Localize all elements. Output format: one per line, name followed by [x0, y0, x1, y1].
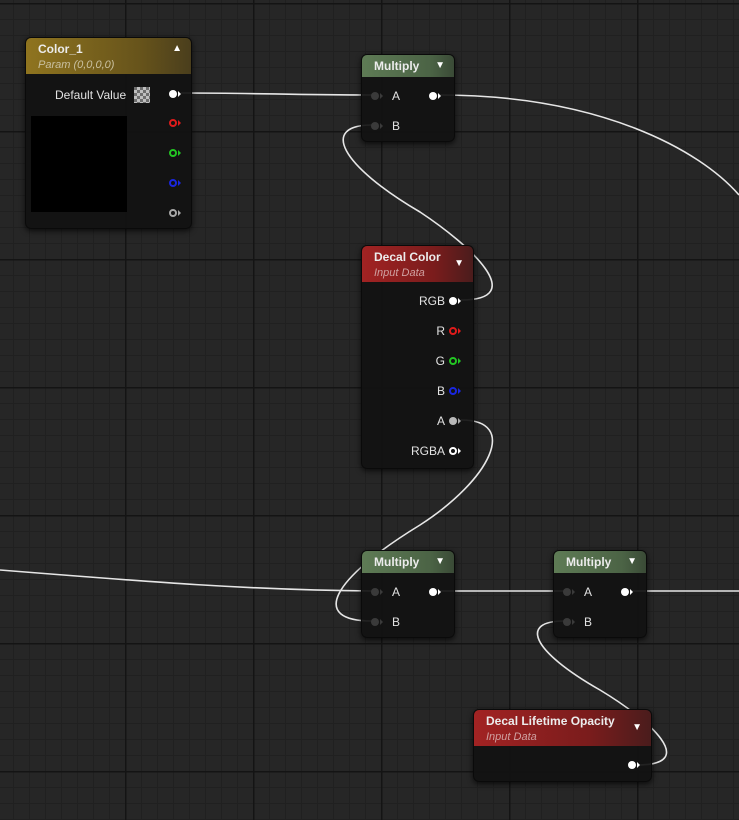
- default-value-label: Default Value: [55, 88, 127, 102]
- multiply-header[interactable]: Multiply ▼: [362, 55, 454, 77]
- output-pin-rgb[interactable]: [449, 297, 457, 305]
- node-title: Multiply: [374, 59, 420, 73]
- pin-label-b: B: [392, 615, 401, 629]
- output-pin[interactable]: [628, 761, 636, 769]
- pin-arrow-icon: [458, 298, 461, 304]
- color-param-header[interactable]: Color_1 Param (0,0,0,0) ▲: [26, 38, 191, 74]
- input-pin-a[interactable]: [371, 588, 379, 596]
- output-pin-a[interactable]: [449, 417, 457, 425]
- color-param-node[interactable]: Color_1 Param (0,0,0,0) ▲ Default Value: [25, 37, 192, 229]
- output-pin-r[interactable]: [169, 119, 177, 127]
- input-pin-b[interactable]: [371, 618, 379, 626]
- pin-arrow-icon: [178, 150, 181, 156]
- output-label-b: B: [436, 384, 445, 398]
- output-pin-a[interactable]: [169, 209, 177, 217]
- pin-arrow-icon: [438, 93, 441, 99]
- output-pin[interactable]: [429, 588, 437, 596]
- input-pin-a[interactable]: [563, 588, 571, 596]
- node-subtitle: Input Data: [486, 731, 537, 743]
- pin-label-b: B: [392, 119, 401, 133]
- pin-arrow-icon: [572, 619, 575, 625]
- pin-arrow-icon: [572, 589, 575, 595]
- pin-arrow-icon: [438, 589, 441, 595]
- multiply-header[interactable]: Multiply ▼: [362, 551, 454, 573]
- input-pin-b[interactable]: [563, 618, 571, 626]
- node-title: Multiply: [374, 555, 420, 569]
- wire-color-to-multiply-a[interactable]: [180, 92, 373, 96]
- pin-arrow-icon: [630, 589, 633, 595]
- chevron-down-icon[interactable]: ▼: [627, 556, 637, 567]
- output-pin-b[interactable]: [169, 179, 177, 187]
- output-pin-b[interactable]: [449, 387, 457, 395]
- output-label-rgba: RGBA: [410, 444, 445, 458]
- pin-arrow-icon: [458, 388, 461, 394]
- pin-label-a: A: [584, 585, 593, 599]
- output-pin-r[interactable]: [449, 327, 457, 335]
- pin-arrow-icon: [458, 448, 461, 454]
- decal-lifetime-opacity-header[interactable]: Decal Lifetime Opacity Input Data ▼: [474, 710, 651, 746]
- output-pin-g[interactable]: [169, 149, 177, 157]
- output-label-r: R: [436, 324, 445, 338]
- chevron-down-icon[interactable]: ▼: [454, 258, 464, 269]
- node-title: Decal Color: [374, 250, 441, 264]
- node-subtitle: Input Data: [374, 267, 425, 279]
- multiply-header[interactable]: Multiply ▼: [554, 551, 646, 573]
- color-preview-swatch: [31, 116, 127, 212]
- multiply-node-right[interactable]: Multiply ▼ A B: [553, 550, 647, 638]
- node-title: Multiply: [566, 555, 612, 569]
- wire-multiply-out-to-right[interactable]: [438, 94, 739, 196]
- output-pin-g[interactable]: [449, 357, 457, 365]
- output-pin[interactable]: [621, 588, 629, 596]
- pin-arrow-icon: [380, 93, 383, 99]
- multiply-node-top[interactable]: Multiply ▼ A B: [361, 54, 455, 142]
- decal-color-header[interactable]: Decal Color Input Data ▼: [362, 246, 473, 282]
- output-pin[interactable]: [429, 92, 437, 100]
- output-label-rgb: RGB: [418, 294, 445, 308]
- pin-arrow-icon: [178, 210, 181, 216]
- input-pin-a[interactable]: [371, 92, 379, 100]
- output-pin-rgba[interactable]: [449, 447, 457, 455]
- pin-arrow-icon: [380, 619, 383, 625]
- chevron-down-icon[interactable]: ▼: [435, 556, 445, 567]
- pin-arrow-icon: [380, 123, 383, 129]
- output-label-g: G: [435, 354, 445, 368]
- pin-arrow-icon: [458, 418, 461, 424]
- node-title: Color_1: [38, 42, 83, 56]
- multiply-node-middle[interactable]: Multiply ▼ A B: [361, 550, 455, 638]
- decal-lifetime-opacity-node[interactable]: Decal Lifetime Opacity Input Data ▼: [473, 709, 652, 782]
- node-title: Decal Lifetime Opacity: [486, 714, 615, 728]
- pin-arrow-icon: [380, 589, 383, 595]
- output-pin-rgba[interactable]: [169, 90, 177, 98]
- pin-label-a: A: [392, 89, 401, 103]
- decal-color-node[interactable]: Decal Color Input Data ▼ RGB R G B A RGB…: [361, 245, 474, 469]
- chevron-up-icon[interactable]: ▲: [172, 43, 182, 54]
- pin-arrow-icon: [458, 328, 461, 334]
- pin-label-a: A: [392, 585, 401, 599]
- input-pin-b[interactable]: [371, 122, 379, 130]
- pin-arrow-icon: [458, 358, 461, 364]
- node-subtitle: Param (0,0,0,0): [38, 59, 115, 71]
- wire-left-to-multiply-mid-a[interactable]: [0, 569, 373, 592]
- pin-label-b: B: [584, 615, 593, 629]
- checker-swatch-icon[interactable]: [134, 87, 150, 103]
- pin-arrow-icon: [178, 91, 181, 97]
- pin-arrow-icon: [178, 120, 181, 126]
- chevron-down-icon[interactable]: ▼: [435, 60, 445, 71]
- pin-arrow-icon: [637, 762, 640, 768]
- pin-arrow-icon: [178, 180, 181, 186]
- output-label-a: A: [436, 414, 445, 428]
- chevron-down-icon[interactable]: ▼: [632, 722, 642, 733]
